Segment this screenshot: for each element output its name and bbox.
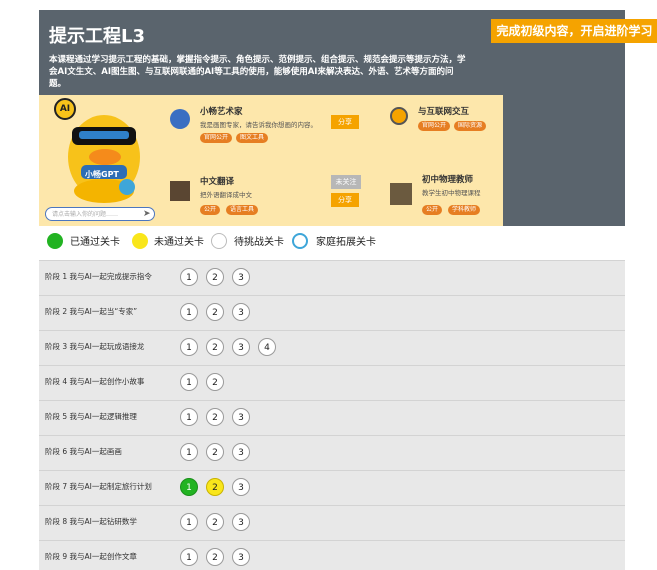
- stage-row: 阶段 2 我与AI一起当“专家” 1 2 3: [39, 295, 625, 330]
- stage-row: 阶段 1 我与AI一起完成提示指令 1 2 3: [39, 260, 625, 295]
- level-button[interactable]: 3: [232, 268, 250, 286]
- card-tag: 国际资源: [454, 121, 487, 131]
- course-description: 本课程通过学习提示工程的基础，掌握指令提示、角色提示、范例提示、组合提示、规范会…: [49, 55, 466, 89]
- level-button[interactable]: 1: [180, 268, 198, 286]
- page-title: 提示工程L3: [49, 26, 145, 47]
- stage-label: 阶段 9 我与AI一起创作文章: [45, 552, 137, 561]
- palette-icon: [170, 109, 190, 129]
- stage-label: 阶段 8 我与AI一起钻研数学: [45, 517, 137, 526]
- level-button[interactable]: 1: [180, 303, 198, 321]
- level-button[interactable]: 2: [206, 373, 224, 391]
- stage-label: 阶段 4 我与AI一起创作小故事: [45, 377, 145, 386]
- stage-label: 阶段 1 我与AI一起完成提示指令: [45, 272, 152, 281]
- level-button[interactable]: 3: [232, 338, 250, 356]
- pending-legend-icon: [211, 233, 227, 249]
- level-button[interactable]: 2: [206, 268, 224, 286]
- legend-passed: 已通过关卡: [70, 237, 120, 248]
- card-title: 与互联网交互: [418, 107, 470, 117]
- level-button[interactable]: 2: [206, 478, 224, 496]
- stage-label: 阶段 6 我与AI一起画画: [45, 447, 122, 456]
- card-tag: 图文工具: [236, 133, 269, 143]
- globe-icon: [390, 107, 408, 125]
- mascot-chat-input[interactable]: 请点击输入你的问题……: [45, 207, 155, 221]
- stage-label: 阶段 3 我与AI一起玩成语接龙: [45, 342, 145, 351]
- mascot-name-label: 小畅GPT: [85, 170, 119, 179]
- advanced-learning-button[interactable]: 完成初级内容，开启进阶学习: [491, 19, 657, 43]
- share-button[interactable]: 分享: [331, 193, 359, 207]
- stage-label: 阶段 7 我与AI一起制定旅行计划: [45, 482, 152, 491]
- level-button[interactable]: 2: [206, 408, 224, 426]
- level-button[interactable]: 2: [206, 338, 224, 356]
- teacher-avatar: [390, 183, 412, 205]
- stage-row: 阶段 8 我与AI一起钻研数学 1 2 3: [39, 505, 625, 540]
- level-button[interactable]: 2: [206, 513, 224, 531]
- stage-label: 阶段 2 我与AI一起当“专家”: [45, 307, 138, 316]
- stage-row: 阶段 4 我与AI一起创作小故事 1 2: [39, 365, 625, 400]
- card-tag: 学科教师: [448, 205, 481, 215]
- level-button[interactable]: 3: [232, 513, 250, 531]
- level-button[interactable]: 1: [180, 478, 198, 496]
- legend-not-passed: 未通过关卡: [154, 237, 204, 248]
- level-button[interactable]: 3: [232, 548, 250, 566]
- level-button[interactable]: 1: [180, 513, 198, 531]
- card-desc: 把外语翻译成中文: [200, 191, 252, 199]
- course-page: 提示工程L3 本课程通过学习提示工程的基础，掌握指令提示、角色提示、范例提示、组…: [39, 10, 625, 570]
- tool-card-artist[interactable]: 小畅艺术家 我是画图专家，请告诉我你想画的内容。 官网公开 图文工具 分享: [164, 95, 364, 153]
- card-desc: 教学生初中物理课程: [422, 189, 481, 197]
- legend-family: 家庭拓展关卡: [316, 237, 376, 248]
- card-tag: 公开: [422, 205, 443, 215]
- tool-card-internet[interactable]: 与互联网交互 官网公开 国际资源: [384, 95, 503, 153]
- stage-row: 阶段 3 我与AI一起玩成语接龙 1 2 3 4: [39, 330, 625, 365]
- card-tag: 官网公开: [200, 133, 233, 143]
- stage-row: 阶段 5 我与AI一起逻辑推理 1 2 3: [39, 400, 625, 435]
- share-button[interactable]: 分享: [331, 115, 359, 129]
- stage-label: 阶段 5 我与AI一起逻辑推理: [45, 412, 137, 421]
- level-legend: 已通过关卡 未通过关卡 待挑战关卡 家庭拓展关卡: [39, 226, 625, 260]
- level-button[interactable]: 3: [232, 408, 250, 426]
- level-button[interactable]: 2: [206, 443, 224, 461]
- stage-row: 阶段 7 我与AI一起制定旅行计划 1 2 3: [39, 470, 625, 505]
- level-button[interactable]: 1: [180, 338, 198, 356]
- tool-card-physics-teacher[interactable]: 初中物理教师 教学生初中物理课程 公开 学科教师: [384, 157, 503, 226]
- ai-badge: AI: [54, 98, 76, 120]
- not-passed-legend-icon: [132, 233, 148, 249]
- level-button[interactable]: 3: [232, 478, 250, 496]
- translator-avatar: [170, 181, 190, 201]
- family-legend-icon: [292, 233, 308, 249]
- card-title: 小畅艺术家: [200, 107, 243, 117]
- level-button[interactable]: 4: [258, 338, 276, 356]
- level-button[interactable]: 3: [232, 303, 250, 321]
- ai-tools-panel: AI 小畅GPT 请点击输入你的问题…… ➤ 小畅艺术家 我是画图专家，请告诉我…: [39, 95, 503, 226]
- card-title: 中文翻译: [200, 177, 235, 187]
- send-icon[interactable]: ➤: [143, 209, 151, 219]
- stage-row: 阶段 6 我与AI一起画画 1 2 3: [39, 435, 625, 470]
- passed-legend-icon: [47, 233, 63, 249]
- card-desc: 我是画图专家，请告诉我你想画的内容。: [200, 121, 317, 129]
- follow-button[interactable]: 未关注: [331, 175, 361, 189]
- stage-row: 阶段 9 我与AI一起创作文章 1 2 3: [39, 540, 625, 570]
- card-tag: 官网公开: [418, 121, 451, 131]
- card-tag: 语言工具: [226, 205, 259, 215]
- mascot-panel: AI 小畅GPT 请点击输入你的问题…… ➤: [39, 95, 164, 226]
- legend-pending: 待挑战关卡: [234, 237, 284, 248]
- level-button[interactable]: 2: [206, 303, 224, 321]
- level-button[interactable]: 1: [180, 408, 198, 426]
- level-button[interactable]: 3: [232, 443, 250, 461]
- level-button[interactable]: 2: [206, 548, 224, 566]
- card-title: 初中物理教师: [422, 175, 474, 185]
- level-button[interactable]: 1: [180, 548, 198, 566]
- level-button[interactable]: 1: [180, 373, 198, 391]
- level-button[interactable]: 1: [180, 443, 198, 461]
- card-tag: 公开: [200, 205, 221, 215]
- tool-card-translator[interactable]: 中文翻译 把外语翻译成中文 公开 语言工具 未关注 分享: [164, 157, 364, 226]
